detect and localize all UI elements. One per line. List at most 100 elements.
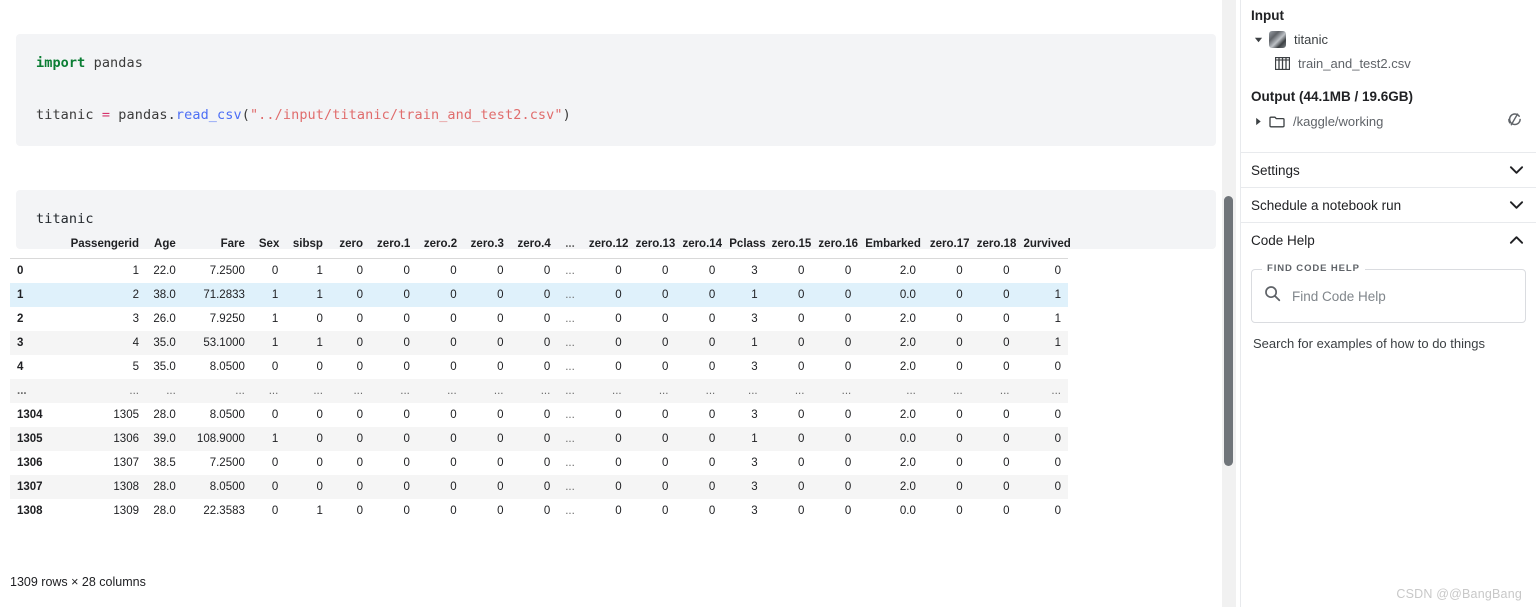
table-cell: 0: [1003, 433, 1010, 445]
table-row[interactable]: 1306 1307 38.5 7.2500 0 0 0 0 0 0 0... 0 0 0 3 0 0 2.0 0 0 0: [10, 451, 1068, 475]
table-cell: 0: [450, 409, 457, 421]
table-cell: 0: [708, 265, 716, 277]
table-cell: 0: [543, 313, 551, 325]
table-row[interactable]: 1307 1308 28.0 8.0500 0 0 0 0 0 0 0... 0 0 0 3 0 0 2.0 0 0 0: [10, 475, 1068, 499]
table-cell: ...: [841, 385, 852, 397]
table-cell: ...: [565, 385, 575, 397]
dataframe-header: Passengerid Age Fare Sex sibsp zero zero.1 zero…: [10, 234, 1071, 259]
table-cell: 0: [543, 409, 551, 421]
table-row-index: 4: [17, 361, 24, 373]
table-cell: 5: [132, 361, 139, 373]
table-cell: 7.2500: [209, 457, 245, 469]
table-cell: ...: [447, 385, 457, 397]
table-cell: 0: [1054, 457, 1061, 469]
refresh-icon[interactable]: [1507, 112, 1526, 130]
table-header-cell: zero.1: [370, 234, 417, 259]
accordion-code-help-header[interactable]: Code Help: [1241, 223, 1536, 257]
table-header-cell: zero.3: [463, 234, 511, 259]
table-cell: 0: [543, 289, 551, 301]
table-cell: 0: [271, 265, 279, 277]
chevron-up-icon[interactable]: [1508, 232, 1524, 248]
module-name: pandas: [85, 55, 143, 71]
accordion-code-help[interactable]: Code Help FIND CODE HELP Find Code Help …: [1241, 222, 1536, 363]
table-cell: 0: [798, 337, 805, 349]
dataframe-table: Passengerid Age Fare Sex sibsp zero zero.1 zero…: [10, 234, 1071, 523]
accordion-schedule[interactable]: Schedule a notebook run: [1241, 187, 1536, 222]
table-row[interactable]: 0 1 22.0 7.2500 0 1 0 0 0 0 0... 0 0 0 3 0 0 2.0 0 0 0: [10, 258, 1068, 283]
table-cell: 0: [1003, 361, 1010, 373]
table-row[interactable]: 3 4 35.0 53.1000 1 1 0 0 0 0 0... 0 0 0 1 0 0 2.0 0 0 1: [10, 331, 1068, 355]
table-cell: 1: [751, 433, 758, 445]
table-cell: 1309: [113, 505, 139, 517]
code-help-search-input[interactable]: [1290, 287, 1513, 305]
table-cell: 0: [798, 289, 805, 301]
table-row[interactable]: 4 5 35.0 8.0500 0 0 0 0 0 0 0... 0 0 0 3 0 0 2.0 0 0 0: [10, 355, 1068, 379]
table-header-cell: zero.2: [416, 234, 464, 259]
caret-right-icon[interactable]: [1251, 114, 1265, 128]
table-row[interactable]: 1308 1309 28.0 22.3583 0 1 0 0 0 0 0... 0 0 0 3 0 0 0.0 0 0…: [10, 499, 1068, 523]
function-read-csv: read_csv: [175, 107, 242, 123]
table-row[interactable]: 1304 1305 28.0 8.0500 0 0 0 0 0 0 0... 0 0 0 3 0 0 2.0 0 0 0: [10, 403, 1068, 427]
table-row-index: ...: [17, 385, 27, 397]
table-cell: ...: [166, 385, 176, 397]
table-row[interactable]: 1 2 38.0 71.2833 1 1 0 0 0 0 0... 0 0 0 1 0 0 0.0 0 0 1: [10, 283, 1068, 307]
table-cell: 0: [798, 409, 805, 421]
table-cell: ...: [1051, 385, 1061, 397]
table-cell: 0: [708, 433, 716, 445]
table-cell: ...: [565, 265, 575, 277]
table-cell: 0: [450, 265, 457, 277]
find-code-help-legend: FIND CODE HELP: [1262, 263, 1365, 274]
table-cell: 0: [662, 481, 669, 493]
table-cell: 0: [450, 361, 457, 373]
find-code-help-fieldset: FIND CODE HELP: [1251, 263, 1526, 323]
notebook-area: import pandas titanic = pandas.read_csv(…: [0, 0, 1232, 607]
caret-down-icon[interactable]: [1251, 33, 1265, 47]
accordion-settings[interactable]: Settings: [1241, 152, 1536, 187]
accordion-settings-header[interactable]: Settings: [1241, 153, 1536, 187]
code-help-search-row[interactable]: [1262, 280, 1515, 312]
output-section-title: Output (44.1MB / 19.6GB): [1251, 89, 1414, 104]
table-row[interactable]: ........................................…: [10, 379, 1068, 403]
table-row-index: 0: [17, 265, 24, 277]
table-row[interactable]: 1305 1306 39.0 108.9000 1 0 0 0 0 0 0... 0 0 0 1 0 0 0.0 0…: [10, 427, 1068, 451]
table-cell: 1305: [113, 409, 139, 421]
chevron-down-icon[interactable]: [1508, 162, 1524, 178]
table-cell: 28.0: [153, 481, 176, 493]
table-header-cell: Passengerid: [61, 234, 146, 259]
table-cell: 0: [1054, 265, 1061, 277]
table-row[interactable]: 2 3 26.0 7.9250 1 0 0 0 0 0 0... 0 0 0 3 0 0 2.0 0 0 1: [10, 307, 1068, 331]
table-cell: 0: [316, 481, 323, 493]
table-cell: 0: [956, 337, 963, 349]
table-cell: 0: [403, 313, 410, 325]
table-cell: 0: [316, 409, 323, 421]
table-cell: 0: [615, 457, 622, 469]
table-cell: 0: [798, 505, 805, 517]
input-dataset-row[interactable]: titanic: [1241, 27, 1536, 52]
table-cell: 1: [751, 289, 758, 301]
table-cell: 0: [450, 505, 457, 517]
input-file-row[interactable]: train_and_test2.csv: [1241, 52, 1536, 75]
table-cell: 0: [450, 289, 457, 301]
variable-titanic: titanic: [36, 107, 102, 123]
table-cell: 28.0: [153, 409, 176, 421]
chevron-down-icon[interactable]: [1508, 197, 1524, 213]
vertical-scrollbar-thumb[interactable]: [1224, 196, 1233, 466]
table-cell: 8.0500: [209, 409, 245, 421]
table-cell: 3: [751, 481, 758, 493]
table-cell: 0: [956, 361, 963, 373]
table-cell: ...: [129, 385, 139, 397]
table-header-cell: zero: [329, 234, 371, 259]
table-cell: 0: [356, 481, 364, 493]
code-cell-input[interactable]: import pandas titanic = pandas.read_csv(…: [16, 34, 1216, 146]
accordion-schedule-header[interactable]: Schedule a notebook run: [1241, 188, 1536, 222]
table-cell: 0: [497, 337, 504, 349]
table-cell: 1: [316, 505, 323, 517]
table-cell: 0: [543, 457, 551, 469]
table-cell: 0: [497, 433, 504, 445]
table-cell: 3: [132, 313, 139, 325]
output-folder-row[interactable]: /kaggle/working: [1241, 108, 1536, 134]
accordion-schedule-label: Schedule a notebook run: [1251, 197, 1402, 213]
table-cell: ...: [353, 385, 364, 397]
table-cell: 0: [403, 361, 410, 373]
input-section-title: Input: [1251, 8, 1284, 23]
